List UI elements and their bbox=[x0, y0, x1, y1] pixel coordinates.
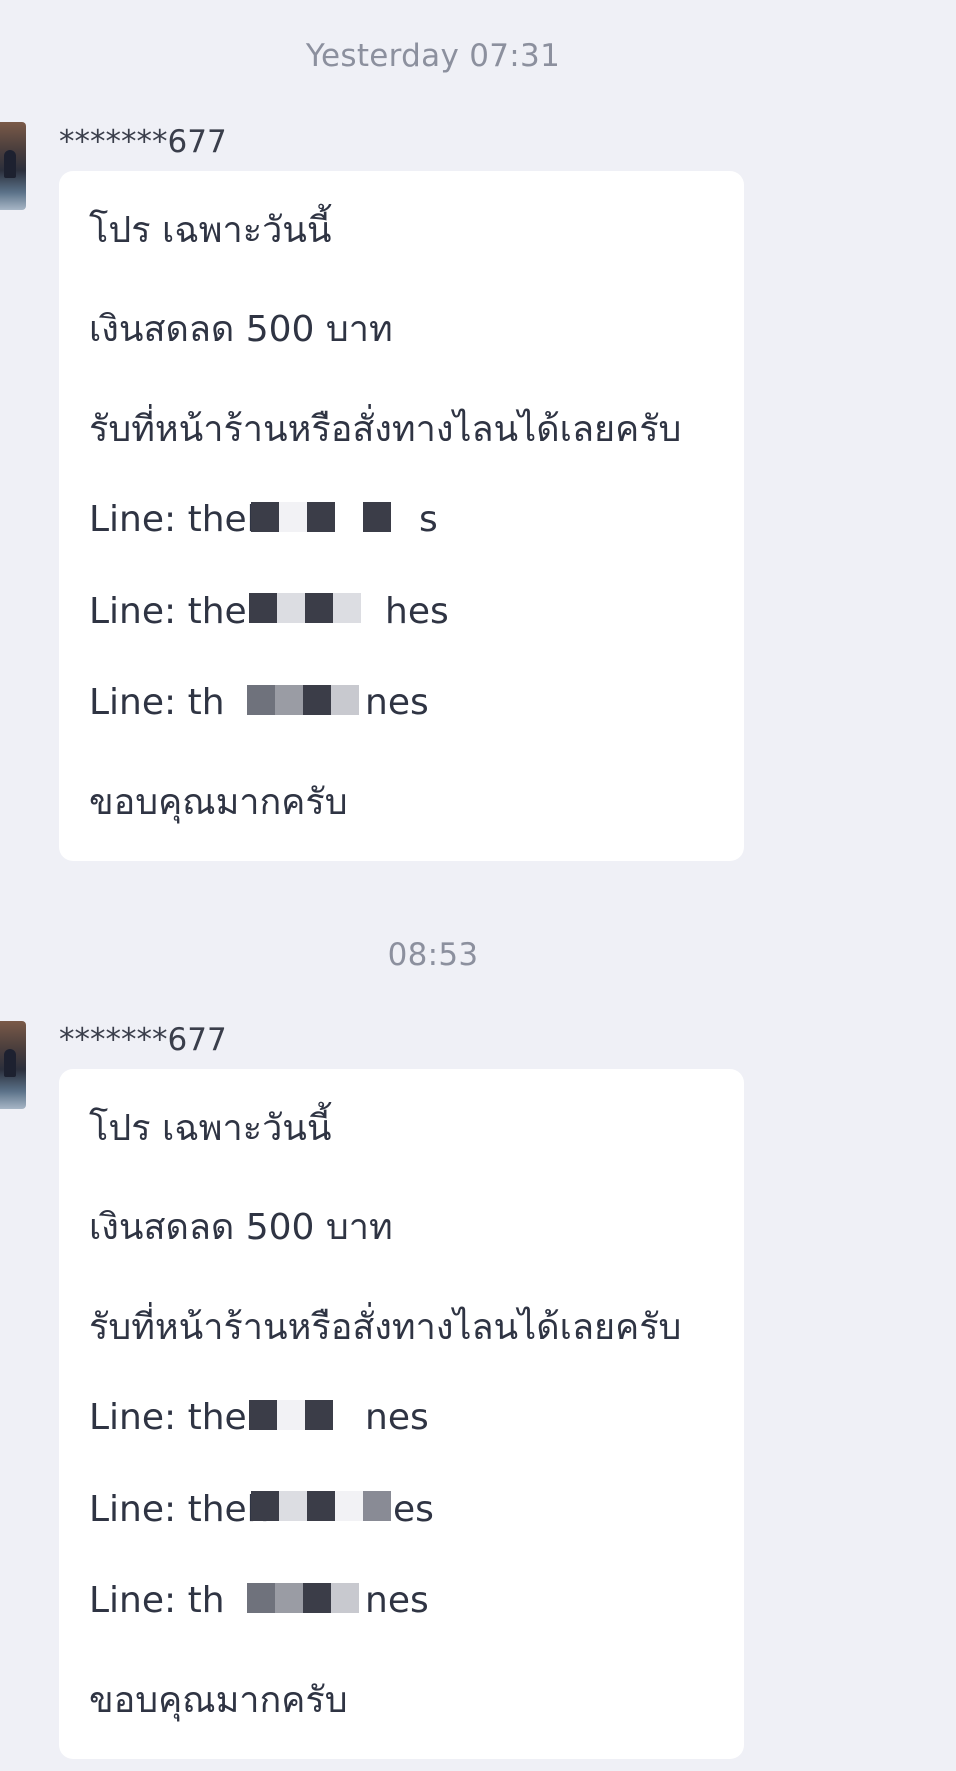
message-line-suffix: nes bbox=[365, 1397, 429, 1438]
timestamp: 08:53 bbox=[387, 937, 479, 973]
message-line: ขอบคุณมากครับ bbox=[89, 1680, 348, 1721]
timestamp: Yesterday 07:31 bbox=[305, 38, 561, 74]
sender-name: *******677 bbox=[59, 124, 227, 160]
redacted-text bbox=[247, 1583, 359, 1613]
sender-avatar[interactable] bbox=[0, 122, 26, 210]
message-line-suffix: es bbox=[393, 1489, 434, 1530]
message-line: Line: th bbox=[89, 1580, 225, 1621]
message-line: เงินสดลด 500 บาท bbox=[89, 1207, 393, 1248]
message-line-suffix: hes bbox=[385, 591, 449, 632]
message-line: Line: th bbox=[89, 682, 225, 723]
sender-name: *******677 bbox=[59, 1022, 227, 1058]
message-line: รับที่หน้าร้านหรือสั่งทางไลนได้เลยครับ bbox=[89, 409, 682, 450]
message-line: โปร เฉพาะวันนี้ bbox=[89, 1108, 332, 1149]
message-line: Line: theh bbox=[89, 1489, 270, 1530]
redacted-text bbox=[251, 1491, 391, 1521]
message-line: เงินสดลด 500 บาท bbox=[89, 309, 393, 350]
redacted-text bbox=[247, 685, 359, 715]
message-line: Line: the bbox=[89, 1397, 247, 1438]
message-bubble[interactable]: โปร เฉพาะวันนี้ เงินสดลด 500 บาท รับที่ห… bbox=[59, 171, 744, 861]
message-line: รับที่หน้าร้านหรือสั่งทางไลนได้เลยครับ bbox=[89, 1307, 682, 1348]
message-line-suffix: s bbox=[419, 499, 438, 540]
message-line: Line: the bbox=[89, 591, 247, 632]
message-line-suffix: nes bbox=[365, 682, 429, 723]
message-line: Line: theb bbox=[89, 499, 270, 540]
message-line-suffix: nes bbox=[365, 1580, 429, 1621]
redacted-text bbox=[251, 502, 419, 532]
sender-avatar[interactable] bbox=[0, 1021, 26, 1109]
redacted-text bbox=[249, 1400, 361, 1430]
message-bubble[interactable]: โปร เฉพาะวันนี้ เงินสดลด 500 บาท รับที่ห… bbox=[59, 1069, 744, 1759]
message-line: ขอบคุณมากครับ bbox=[89, 782, 348, 823]
message-line: โปร เฉพาะวันนี้ bbox=[89, 210, 332, 251]
redacted-text bbox=[249, 593, 361, 623]
